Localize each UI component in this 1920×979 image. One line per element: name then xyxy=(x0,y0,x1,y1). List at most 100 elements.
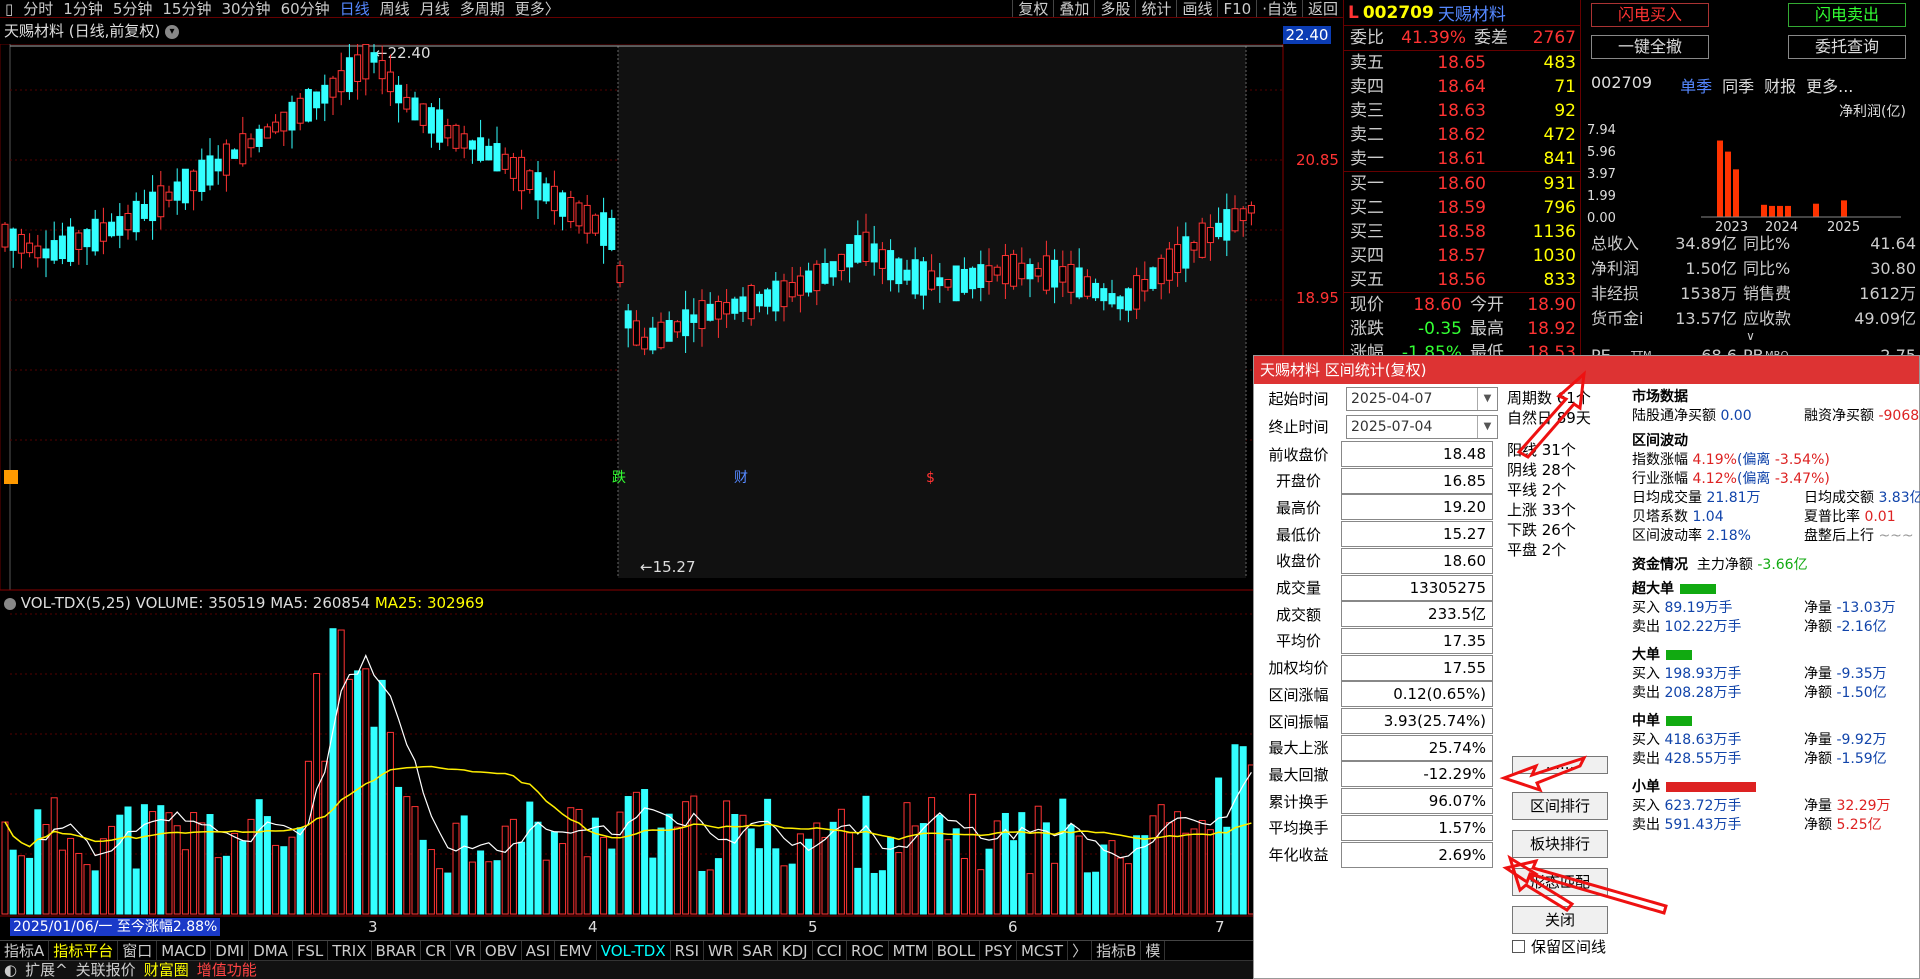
pattern-match-button[interactable]: 形态匹配 xyxy=(1512,868,1608,896)
toolbar-button-4[interactable]: 画线 xyxy=(1176,0,1217,17)
tab-report[interactable]: 财报 xyxy=(1764,73,1796,97)
candlestick-chart[interactable]: 20.85 18.95 ←22.40 ←15.27 跌 财 $ xyxy=(0,44,1340,944)
candle-body xyxy=(460,133,468,149)
period-tab-3[interactable]: 15分钟 xyxy=(157,0,216,17)
period-tab-4[interactable]: 30分钟 xyxy=(216,0,275,17)
period-tab-10[interactable]: 更多〉 xyxy=(510,0,565,17)
period-tab-7[interactable]: 周线 xyxy=(375,0,415,17)
indicator-tab-14[interactable]: VOL-TDX xyxy=(597,941,671,960)
expand-button[interactable]: 扩展^ xyxy=(21,961,72,979)
indicator-tab-6[interactable]: FSL xyxy=(293,941,329,960)
close-button[interactable]: 关闭 xyxy=(1512,906,1608,934)
indicator-tab-16[interactable]: WR xyxy=(704,941,739,960)
keep-interval-lines-checkbox[interactable]: 保留区间线 xyxy=(1512,936,1606,957)
cancel-all-button[interactable]: 一键全撤 xyxy=(1591,35,1709,59)
indicator-tab-1[interactable]: 指标平台 xyxy=(49,941,119,960)
toolbar-button-3[interactable]: 统计 xyxy=(1135,0,1176,17)
indicator-tab-23[interactable]: PSY xyxy=(980,941,1017,960)
chevron-down-icon[interactable]: ▼ xyxy=(1477,388,1497,410)
toolbar-button-1[interactable]: 叠加 xyxy=(1053,0,1094,17)
tab-same-quarter[interactable]: 同季 xyxy=(1722,73,1754,97)
toolbar-button-5[interactable]: F10 xyxy=(1217,0,1256,17)
candle-body xyxy=(1092,282,1100,299)
indicator-tab-18[interactable]: KDJ xyxy=(778,941,813,960)
volume-bar xyxy=(714,858,722,915)
indicator-tab-13[interactable]: EMV xyxy=(555,941,597,960)
expand-chevron-icon[interactable]: ∨ xyxy=(1581,330,1920,343)
volume-bar xyxy=(870,872,878,915)
period-tab-0[interactable]: 分时 xyxy=(18,0,58,17)
toggle-icon[interactable]: ◐ xyxy=(0,961,21,979)
indicator-tab-15[interactable]: RSI xyxy=(671,941,704,960)
chevron-down-icon[interactable]: ▾ xyxy=(165,24,180,39)
line-stat: 上涨 33个 xyxy=(1507,501,1576,519)
tab-single-quarter[interactable]: 单季 xyxy=(1680,73,1712,97)
line-stat: 下跌 26个 xyxy=(1507,521,1576,539)
indicator-tab-22[interactable]: BOLL xyxy=(933,941,981,960)
value-added-button[interactable]: 增值功能 xyxy=(193,961,261,979)
indicator-tab-21[interactable]: MTM xyxy=(889,941,933,960)
indicator-tab-9[interactable]: CR xyxy=(421,941,452,960)
candle-body xyxy=(427,107,435,134)
indicator-tab-26[interactable]: 指标B xyxy=(1092,941,1142,960)
indicator-tab-12[interactable]: ASI xyxy=(522,941,556,960)
linked-quote-button[interactable]: 关联报价 xyxy=(72,961,140,979)
fund-group-2: 中单 买入 418.63万手 净量 -9.92万 卖出 428.55万手 净额 -1.5… xyxy=(1632,713,1887,767)
vol-menu-icon[interactable] xyxy=(4,597,16,610)
indicator-tab-20[interactable]: ROC xyxy=(847,941,889,960)
wealth-circle-button[interactable]: 财富圈 xyxy=(140,961,193,979)
period-tab-8[interactable]: 月线 xyxy=(415,0,455,17)
toolbar-button-7[interactable]: 返回 xyxy=(1301,0,1343,17)
toolbar-button-2[interactable]: 多股 xyxy=(1094,0,1135,17)
end-date-picker[interactable]: 2025-07-04 ▼ xyxy=(1346,415,1498,439)
volume-bar xyxy=(583,856,591,915)
candle-body xyxy=(1141,279,1149,292)
indicator-tab-8[interactable]: BRAR xyxy=(372,941,422,960)
candle-body xyxy=(83,229,91,248)
toolbar-button-6[interactable]: ·自选 xyxy=(1256,0,1302,17)
indicator-tab-24[interactable]: MCST xyxy=(1017,941,1069,960)
indicator-tab-4[interactable]: DMI xyxy=(211,941,250,960)
toolbar-button-0[interactable]: 复权 xyxy=(1012,0,1053,17)
period-tab-9[interactable]: 多周期 xyxy=(455,0,510,17)
flash-sell-button[interactable]: 闪电卖出 xyxy=(1788,3,1906,27)
chart-title[interactable]: 天赐材料 (日线,前复权) ▾ xyxy=(0,20,1283,42)
period-tab-5[interactable]: 60分钟 xyxy=(276,0,335,17)
order-query-button[interactable]: 委托查询 xyxy=(1788,35,1906,59)
candle-body xyxy=(222,143,230,176)
start-date-picker[interactable]: 2025-04-07 ▼ xyxy=(1346,387,1498,411)
volume-bar xyxy=(296,827,304,915)
indicator-tab-19[interactable]: CCI xyxy=(813,941,847,960)
indicator-tab-10[interactable]: VR xyxy=(451,941,481,960)
indicator-tab-17[interactable]: SAR xyxy=(738,941,778,960)
indicator-tab-27[interactable]: 模 xyxy=(1141,941,1166,960)
indicator-tab-2[interactable]: 窗口 xyxy=(118,941,158,960)
stat-field-11: 最大上涨 25.74% xyxy=(1256,734,1493,762)
candle-body xyxy=(919,261,927,296)
dialog-title[interactable]: 天赐材料 区间统计(复权) xyxy=(1254,356,1919,384)
market-data-section: 市场数据 陆股通净买额 0.00 融资净买额 -9068 xyxy=(1632,389,1920,424)
indicator-tab-3[interactable]: MACD xyxy=(157,941,212,960)
more-button[interactable]: ...... xyxy=(1512,756,1608,774)
chevron-down-icon[interactable]: ▼ xyxy=(1477,416,1497,438)
indicator-tab-5[interactable]: DMA xyxy=(249,941,293,960)
sector-rank-button[interactable]: 板块排行 xyxy=(1512,830,1608,858)
candle-body xyxy=(591,214,599,234)
indicator-tab-7[interactable]: TRIX xyxy=(328,941,372,960)
volume-bar xyxy=(99,838,107,915)
volume-bar xyxy=(1108,840,1116,915)
indicator-tab-25[interactable]: 〉 xyxy=(1068,941,1093,960)
period-tab-6[interactable]: 日线 xyxy=(335,0,375,17)
indicator-tab-11[interactable]: OBV xyxy=(481,941,522,960)
volume-bar xyxy=(559,843,567,915)
flash-buy-button[interactable]: 闪电买入 xyxy=(1591,3,1709,27)
volume-bar xyxy=(206,814,214,915)
interval-rank-button[interactable]: 区间排行 xyxy=(1512,792,1608,820)
period-tab-2[interactable]: 5分钟 xyxy=(108,0,158,17)
period-tab-1[interactable]: 1分钟 xyxy=(58,0,108,17)
candle-body xyxy=(600,212,608,246)
indicator-tab-0[interactable]: 指标A xyxy=(0,941,50,960)
menu-icon[interactable]: ▯ xyxy=(0,0,18,17)
candle-body xyxy=(854,235,862,263)
tab-more[interactable]: 更多... xyxy=(1806,73,1853,97)
